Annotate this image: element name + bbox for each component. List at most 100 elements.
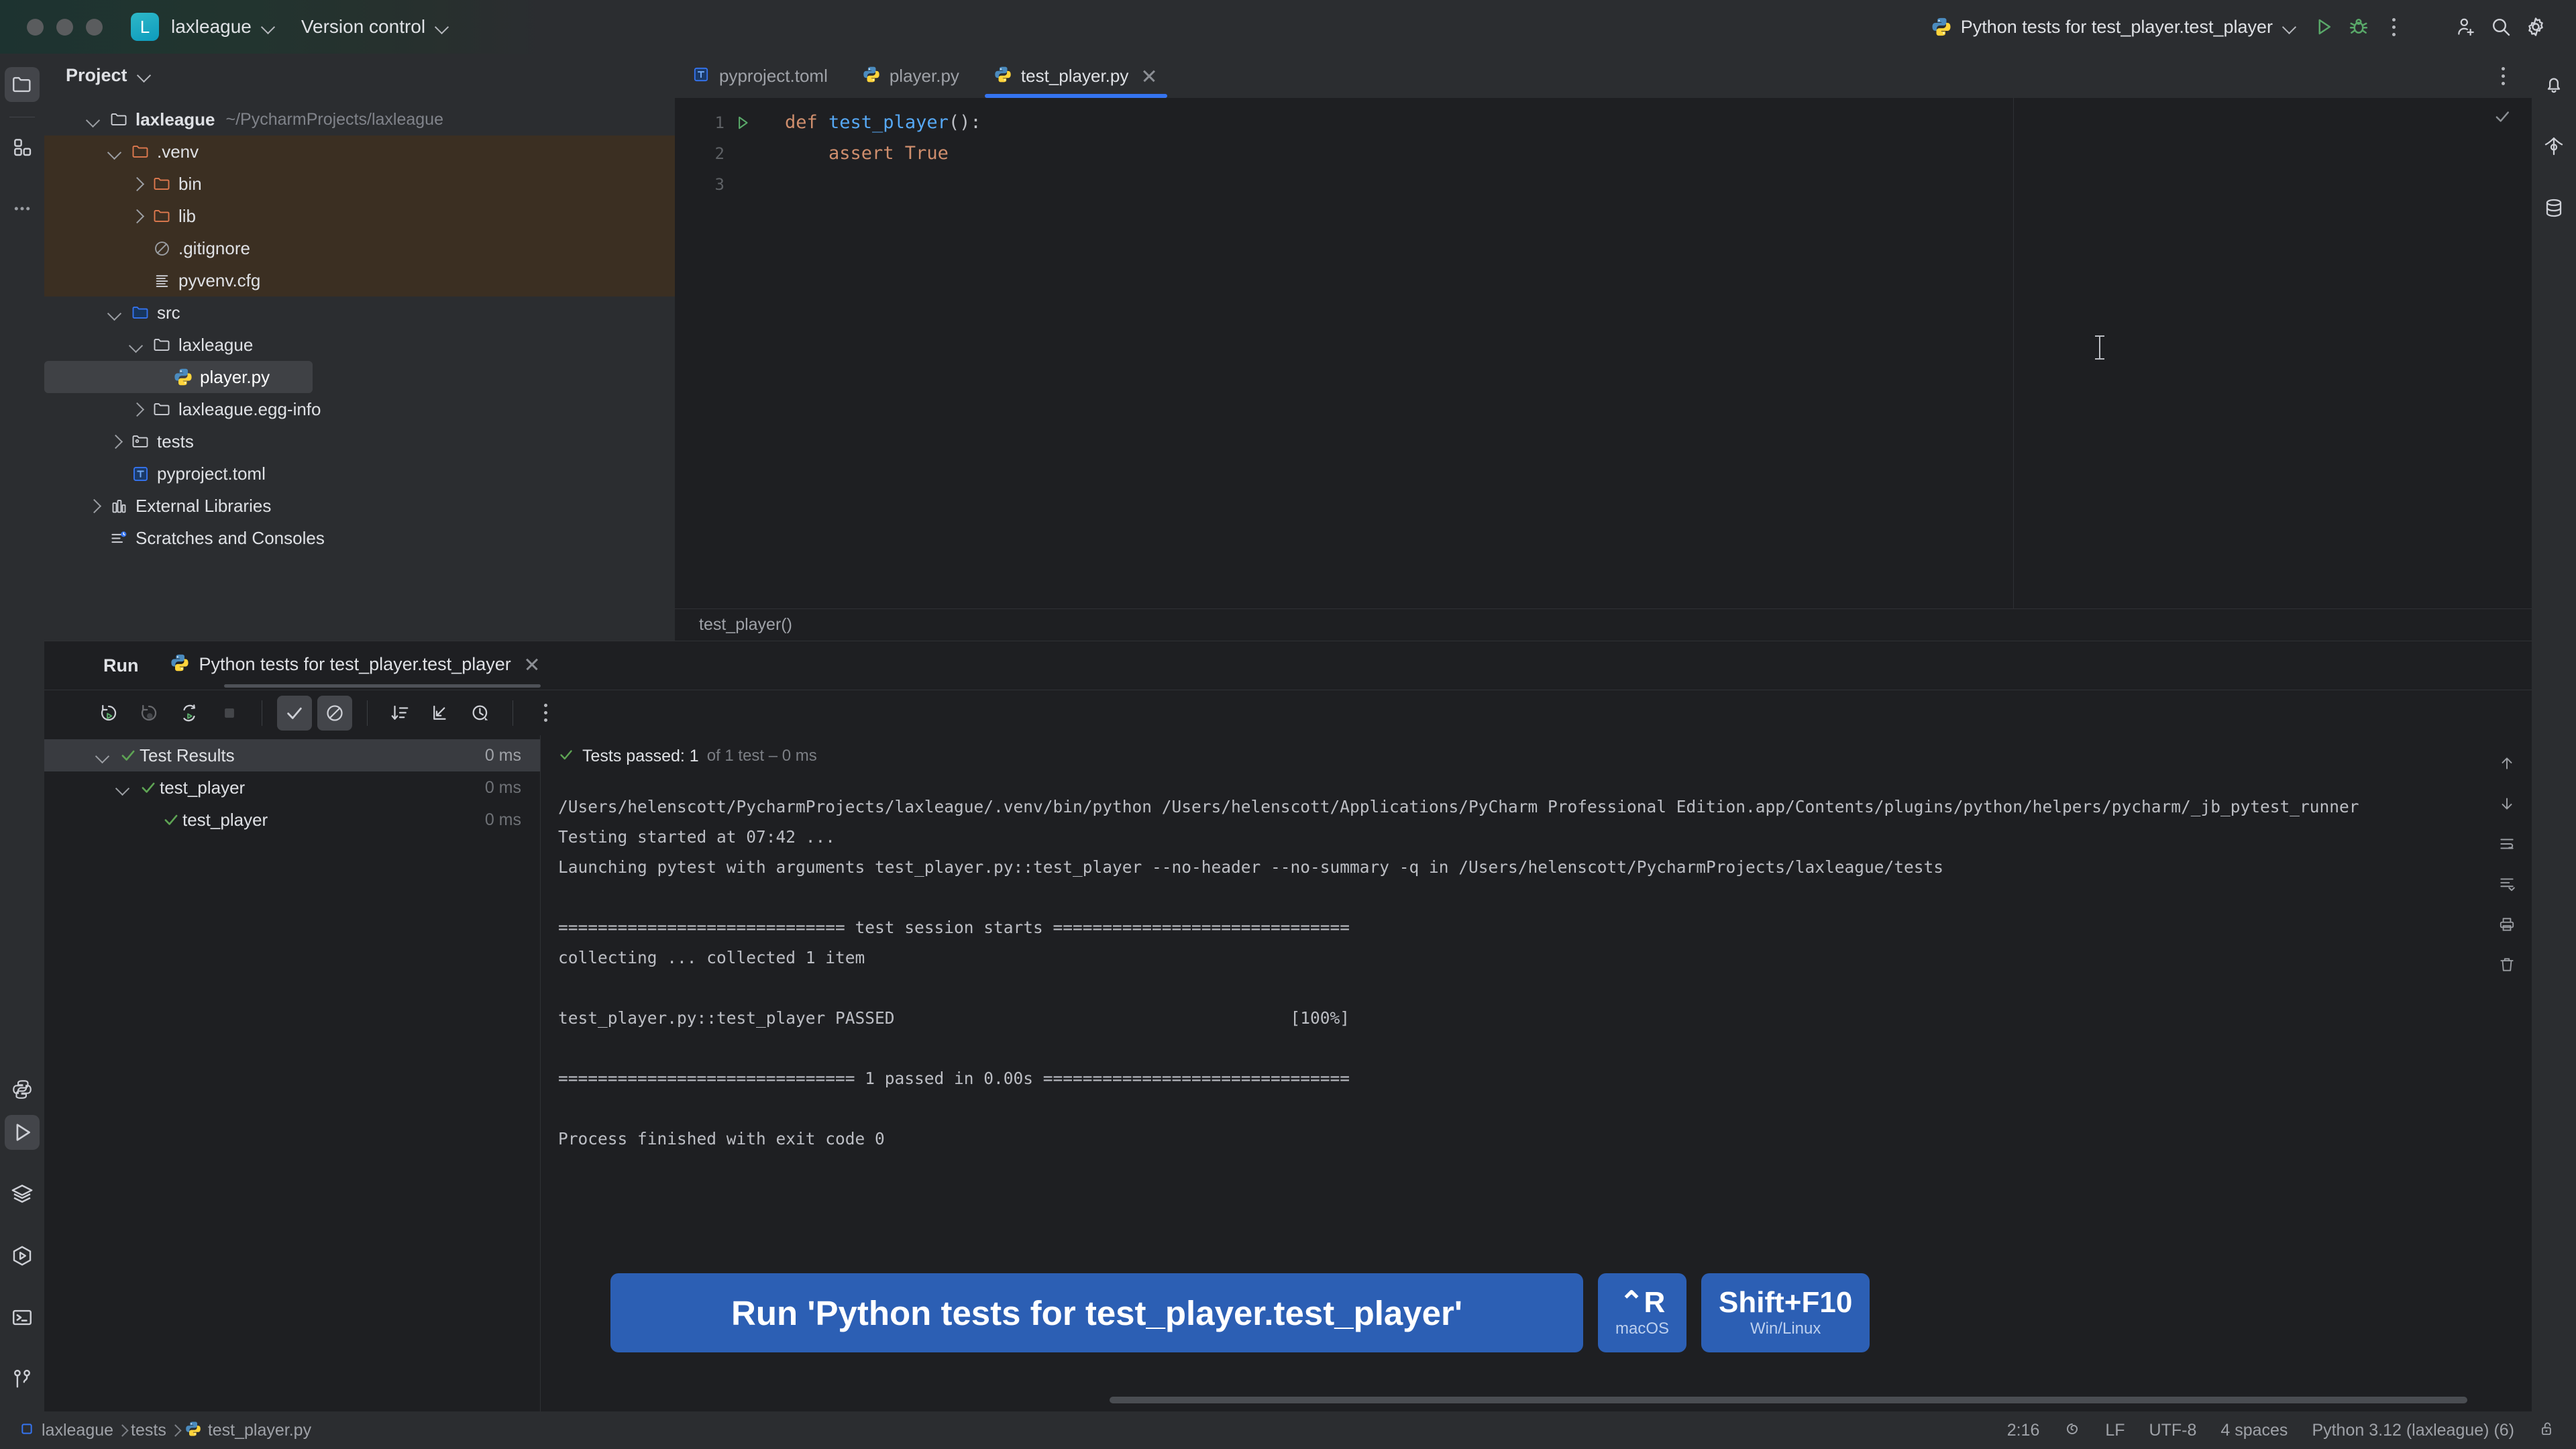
tree-row-pyproject-toml[interactable]: pyproject.toml <box>44 458 675 490</box>
clear-all-button[interactable] <box>2491 949 2523 981</box>
settings-button[interactable] <box>2518 9 2553 44</box>
breadcrumb-folder[interactable]: tests <box>131 1421 166 1440</box>
tab-test-player-py[interactable]: test_player.py <box>977 54 1175 98</box>
more-run-options-button[interactable] <box>2376 9 2411 44</box>
sidebar-item-run[interactable] <box>5 1115 40 1150</box>
code-editor[interactable]: 1 2 3 <box>675 98 2532 608</box>
tree-row-external-libraries[interactable]: External Libraries <box>44 490 675 522</box>
chevron-right-icon[interactable] <box>125 168 148 200</box>
rerun-failed-tests-button[interactable] <box>131 696 166 731</box>
sidebar-item-python-console[interactable] <box>5 1238 40 1273</box>
chevron-right-icon[interactable] <box>125 393 148 425</box>
maximize-window-button[interactable] <box>86 19 103 36</box>
show-ignored-tests-button[interactable] <box>317 696 352 731</box>
test-results-tree[interactable]: Test Results 0 ms test_player 0 ms <box>44 735 541 1411</box>
breadcrumb-project[interactable]: laxleague <box>42 1421 113 1440</box>
editor-breadcrumb[interactable]: test_player() <box>675 608 2532 641</box>
tree-row-lib[interactable]: lib <box>44 200 675 232</box>
tree-row-src-laxleague[interactable]: laxleague <box>44 329 675 361</box>
chevron-down-icon[interactable] <box>125 329 148 361</box>
breadcrumb-file[interactable]: test_player.py <box>208 1421 311 1440</box>
close-icon[interactable] <box>523 655 541 673</box>
project-view-chevron-down-icon[interactable] <box>137 68 152 83</box>
encoding-widget[interactable]: UTF-8 <box>2149 1421 2197 1440</box>
status-breadcrumb[interactable]: laxleague tests test_player.py <box>20 1421 311 1440</box>
sidebar-item-services[interactable] <box>5 1177 40 1212</box>
tree-row-player-py[interactable]: player.py <box>44 361 313 393</box>
tree-row-laxleague[interactable]: laxleague ~/PycharmProjects/laxleague <box>44 103 675 136</box>
sidebar-item-terminal[interactable] <box>5 1300 40 1335</box>
chevron-down-icon[interactable] <box>103 297 126 329</box>
test-history-button[interactable] <box>463 696 498 731</box>
run-more-options-button[interactable] <box>528 696 563 731</box>
expand-collapse-button[interactable] <box>423 696 458 731</box>
sort-by-duration-button[interactable] <box>382 696 417 731</box>
rerun-button[interactable] <box>91 696 126 731</box>
indent-widget[interactable]: 4 spaces <box>2220 1421 2288 1440</box>
line-separator-widget[interactable]: LF <box>2105 1421 2125 1440</box>
test-row-test-player-class[interactable]: test_player 0 ms <box>44 771 540 804</box>
run-configuration-chevron-down-icon[interactable] <box>2282 19 2297 34</box>
tree-row-scratches-consoles[interactable]: Scratches and Consoles <box>44 522 675 554</box>
chevron-down-icon[interactable] <box>103 136 126 168</box>
project-tree[interactable]: laxleague ~/PycharmProjects/laxleague .v… <box>44 97 675 641</box>
window-controls[interactable] <box>27 19 103 36</box>
project-name-label[interactable]: laxleague <box>171 16 252 38</box>
soft-wrap-button[interactable] <box>2491 828 2523 860</box>
version-control-chevron-down-icon[interactable] <box>435 19 449 34</box>
chevron-right-icon[interactable] <box>125 200 148 232</box>
sidebar-item-notifications[interactable] <box>2536 67 2571 102</box>
sidebar-item-database[interactable] <box>2536 191 2571 225</box>
tree-row-gitignore[interactable]: .gitignore <box>44 232 675 264</box>
sidebar-item-python-packages[interactable] <box>5 1072 40 1107</box>
tree-row-pyvenv-cfg[interactable]: pyvenv.cfg <box>44 264 675 297</box>
chevron-down-icon[interactable] <box>91 739 114 771</box>
console-horizontal-scrollbar[interactable] <box>1110 1397 2467 1403</box>
tab-pyproject-toml[interactable]: pyproject.toml <box>675 54 845 98</box>
chevron-right-icon[interactable] <box>82 490 105 522</box>
stop-button[interactable] <box>212 696 247 731</box>
minimize-window-button[interactable] <box>56 19 73 36</box>
tree-row-venv[interactable]: .venv <box>44 136 675 168</box>
add-collaborator-button[interactable] <box>2449 9 2483 44</box>
close-icon[interactable] <box>1140 67 1158 85</box>
unlocked-icon[interactable] <box>2538 1420 2556 1441</box>
code-with-me-icon[interactable] <box>2063 1420 2081 1441</box>
run-gutter-button[interactable] <box>734 107 758 138</box>
test-row-test-results[interactable]: Test Results 0 ms <box>44 739 540 771</box>
scroll-down-button[interactable] <box>2491 788 2523 820</box>
sidebar-item-project[interactable] <box>5 67 40 102</box>
caret-position-widget[interactable]: 2:16 <box>2007 1421 2040 1440</box>
tree-row-src[interactable]: src <box>44 297 675 329</box>
chevron-down-icon[interactable] <box>111 771 134 804</box>
sidebar-item-structure[interactable] <box>5 129 40 164</box>
run-button[interactable] <box>2306 9 2341 44</box>
project-panel-header[interactable]: Project <box>44 54 675 97</box>
inspection-status-widget[interactable] <box>2493 107 2512 129</box>
chevron-down-icon[interactable] <box>82 103 105 136</box>
scroll-up-button[interactable] <box>2491 747 2523 780</box>
interpreter-widget[interactable]: Python 3.12 (laxleague) (6) <box>2312 1421 2514 1440</box>
scroll-to-end-button[interactable] <box>2491 868 2523 900</box>
test-row-test-player-method[interactable]: test_player 0 ms <box>44 804 540 836</box>
code-text[interactable]: def test_player(): assert True <box>758 98 2532 608</box>
print-button[interactable] <box>2491 908 2523 941</box>
tree-row-egg-info[interactable]: laxleague.egg-info <box>44 393 675 425</box>
show-passed-tests-button[interactable] <box>277 696 312 731</box>
chevron-right-icon[interactable] <box>103 425 126 458</box>
toggle-auto-test-button[interactable] <box>172 696 207 731</box>
search-everywhere-button[interactable] <box>2483 9 2518 44</box>
run-configuration-tab[interactable]: Python tests for test_player.test_player <box>170 653 540 678</box>
tab-player-py[interactable]: player.py <box>845 54 977 98</box>
tree-row-bin[interactable]: bin <box>44 168 675 200</box>
run-configuration-selector[interactable]: Python tests for test_player.test_player <box>1931 17 2297 38</box>
project-chevron-down-icon[interactable] <box>261 19 276 34</box>
tree-row-tests[interactable]: tests <box>44 425 675 458</box>
editor-options-button[interactable] <box>2502 54 2532 98</box>
debug-button[interactable] <box>2341 9 2376 44</box>
version-control-label[interactable]: Version control <box>301 16 425 38</box>
sidebar-item-ai-assistant[interactable] <box>2536 129 2571 164</box>
sidebar-item-more-tool-windows[interactable] <box>5 191 40 226</box>
run-configuration-name[interactable]: Python tests for test_player.test_player <box>1961 17 2273 38</box>
close-window-button[interactable] <box>27 19 44 36</box>
